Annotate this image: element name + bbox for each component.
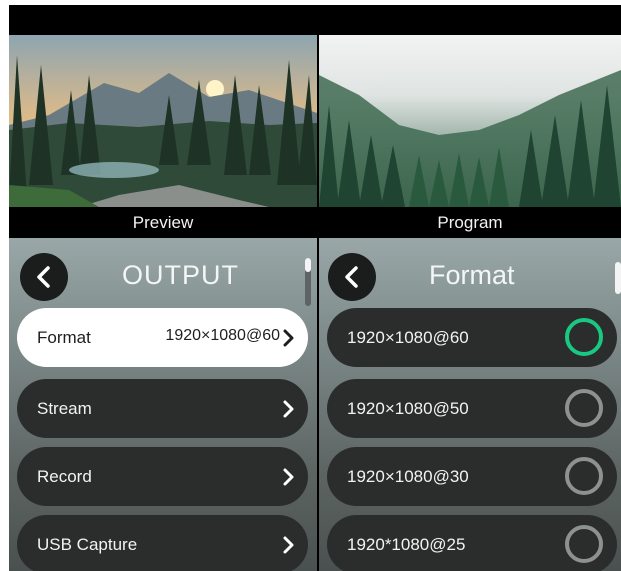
menu-item-record[interactable]: Record [17,447,308,506]
preview-monitor: Preview [9,35,317,238]
output-menu-panel: OUTPUT Format 1920×1080@60 Stream Record… [9,238,317,571]
format-option-label: 1920×1080@50 [347,399,469,418]
program-monitor: Program [319,35,621,238]
format-option-1080p50[interactable]: 1920×1080@50 [327,379,617,438]
format-option-1080p30[interactable]: 1920×1080@30 [327,447,617,506]
format-option-label: 1920×1080@30 [347,467,469,486]
radio-unselected-icon[interactable] [565,457,603,495]
radio-unselected-icon[interactable] [565,389,603,427]
menu-item-stream[interactable]: Stream [17,379,308,438]
radio-unselected-icon[interactable] [565,525,603,563]
format-menu-panel: Format 1920×1080@60 1920×1080@50 1920×10… [319,238,621,571]
radio-selected-icon[interactable] [565,318,603,356]
panel-title: OUTPUT [122,260,239,290]
chevron-right-icon [283,536,294,554]
menu-item-label: USB Capture [37,535,138,554]
scrollbar-track[interactable] [305,258,311,306]
preview-image [9,35,317,207]
program-image [319,35,621,207]
preview-caption: Preview [9,207,317,238]
menu-item-label: Format [37,328,91,347]
menu-item-label: Record [37,467,92,486]
scrollbar-thumb[interactable] [305,258,311,272]
format-option-1080p60[interactable]: 1920×1080@60 [327,308,617,367]
format-option-label: 1920×1080@60 [347,328,469,347]
format-option-label: 1920*1080@25 [347,535,466,554]
panel-title: Format [429,260,515,290]
program-caption: Program [319,207,621,238]
back-button[interactable] [20,253,68,301]
back-button[interactable] [328,253,376,301]
menu-item-format[interactable]: Format 1920×1080@60 [17,308,308,367]
chevron-right-icon [283,400,294,418]
device-screen: Preview Program OUTPUT Format 1920×1080@… [9,5,621,571]
chevron-right-icon [283,329,294,347]
menu-item-usb-capture[interactable]: USB Capture [17,515,308,571]
chevron-right-icon [283,468,294,486]
chevron-left-icon [345,266,358,288]
scrollbar-thumb[interactable] [615,262,621,294]
chevron-left-icon [37,266,50,288]
menu-item-value: 1920×1080@60 [165,327,280,344]
menu-item-label: Stream [37,399,92,418]
format-option-1080p25[interactable]: 1920*1080@25 [327,515,617,571]
